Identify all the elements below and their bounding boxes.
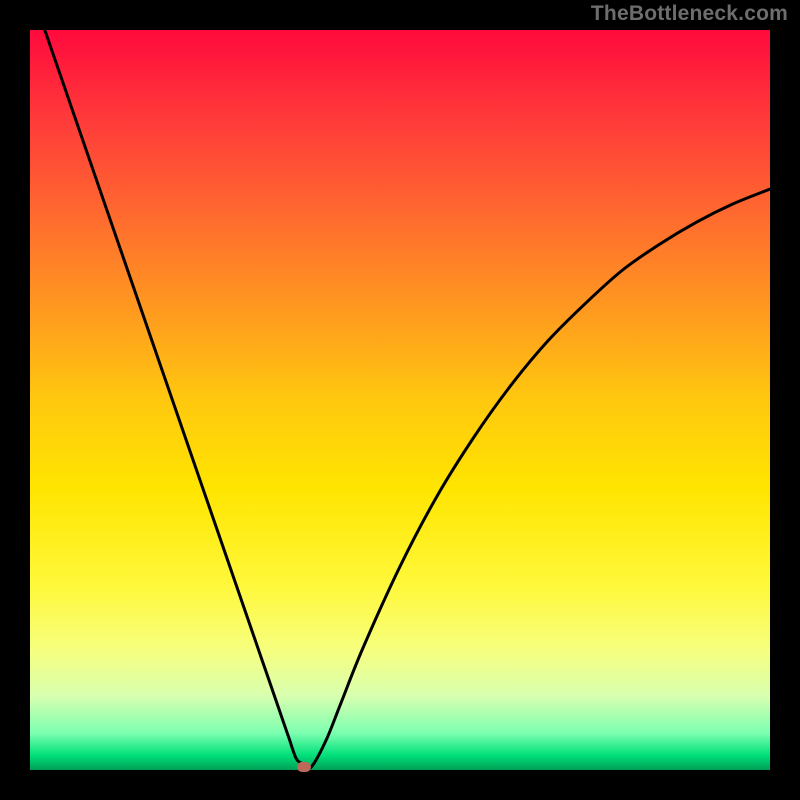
curve-svg (30, 30, 770, 770)
minimum-marker (297, 762, 311, 772)
watermark-label: TheBottleneck.com (591, 2, 788, 26)
plot-area (30, 30, 770, 770)
bottleneck-curve (45, 30, 770, 768)
chart-frame: TheBottleneck.com (0, 0, 800, 800)
